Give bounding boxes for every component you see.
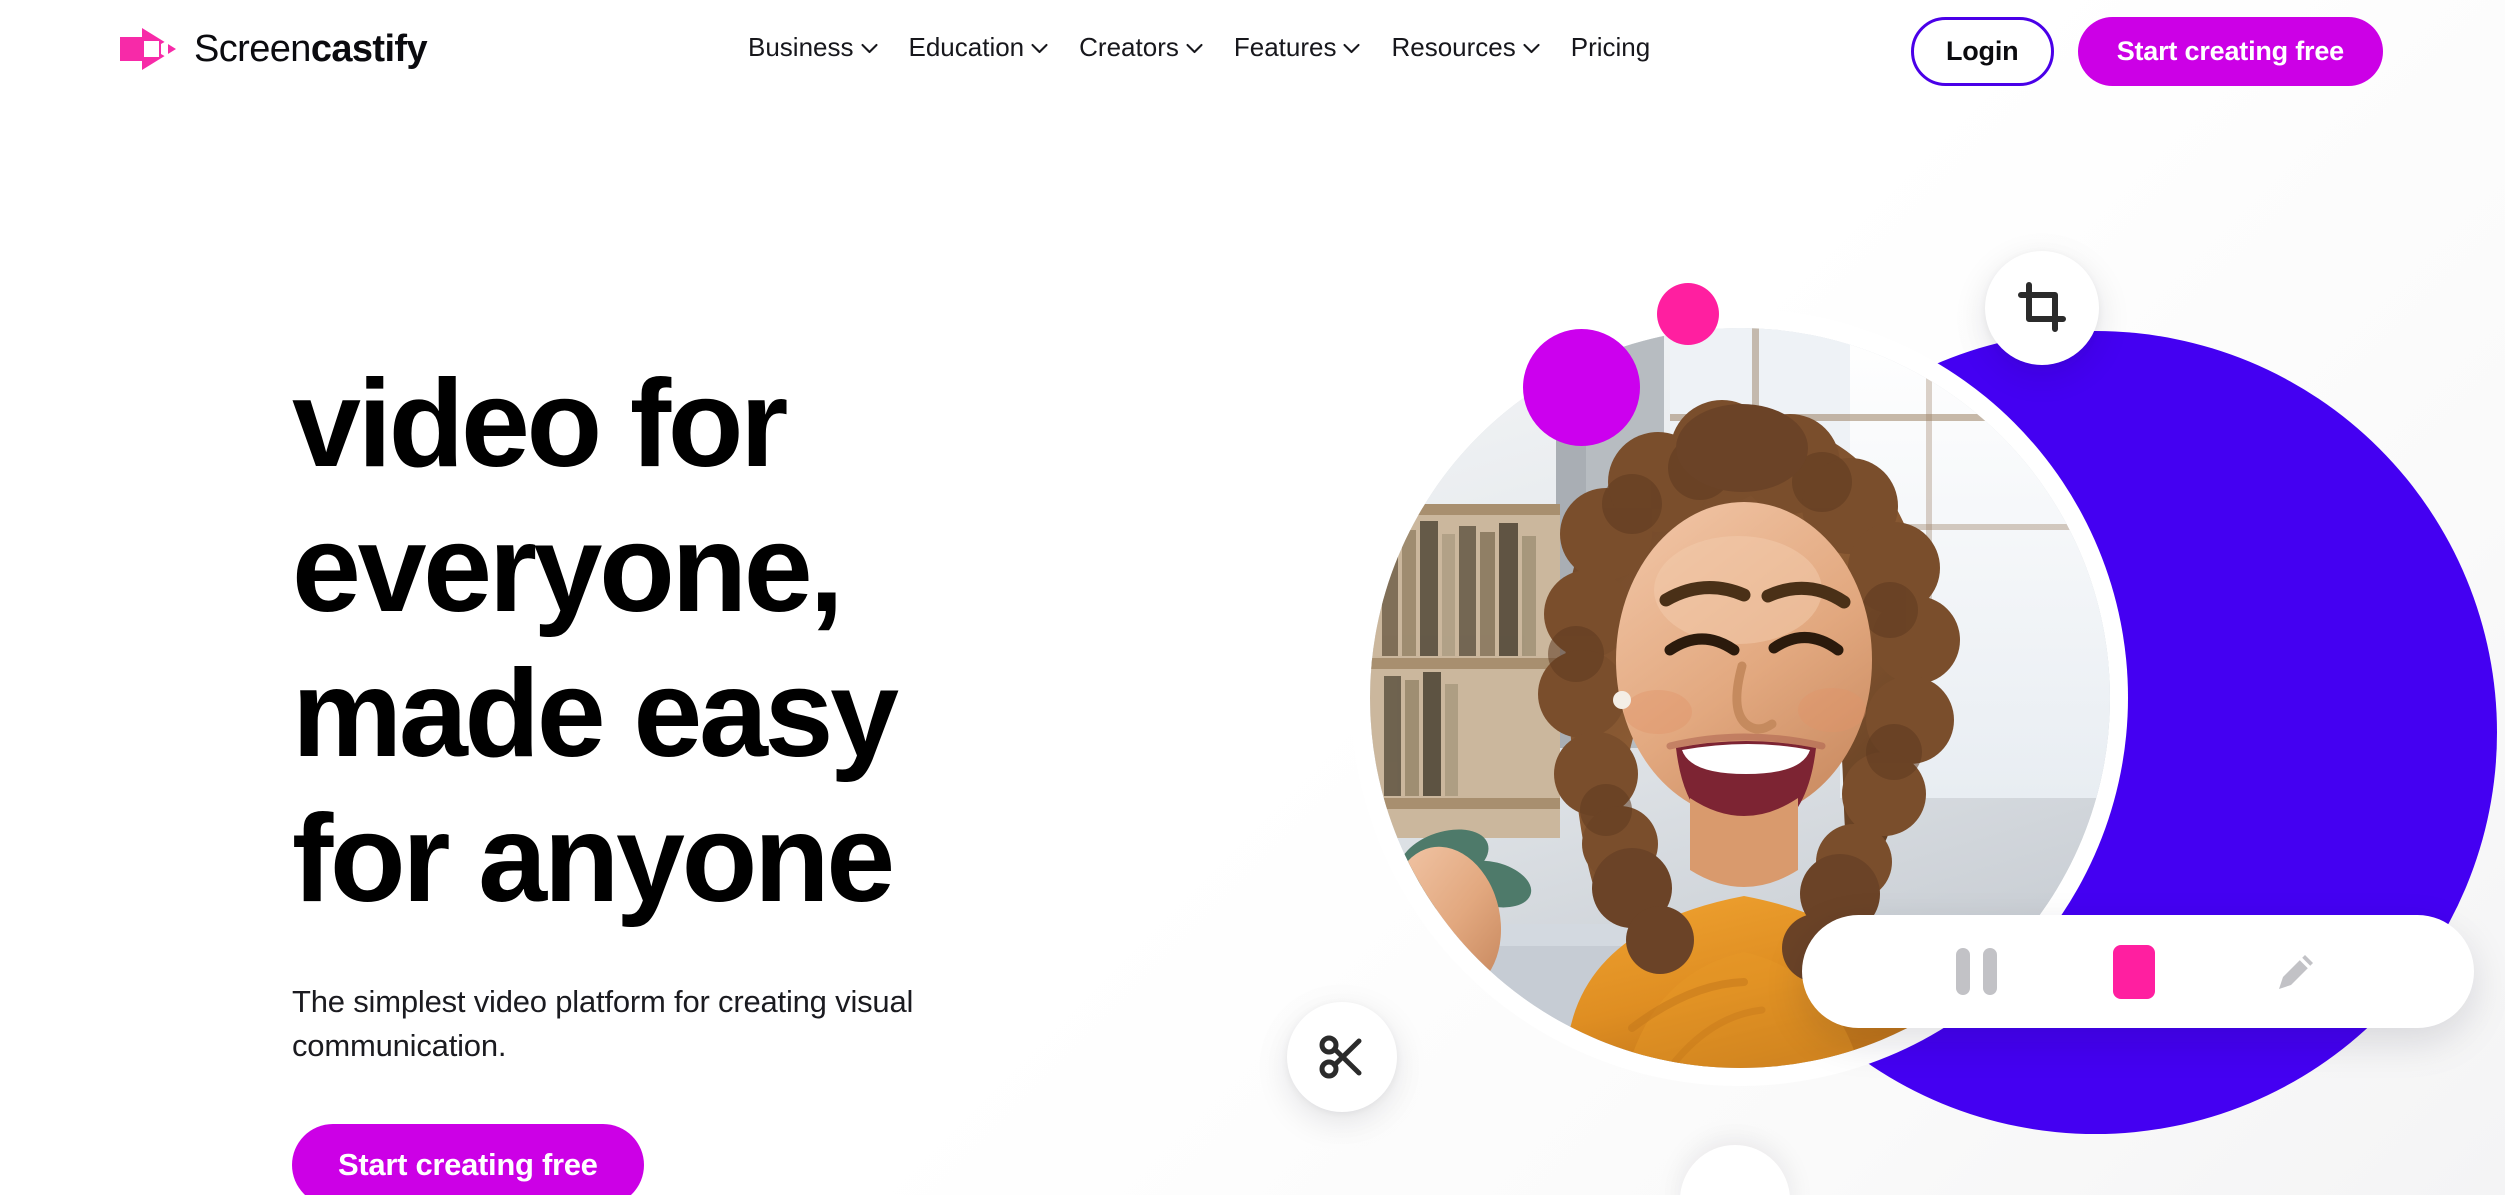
nav-label: Pricing xyxy=(1570,32,1651,62)
chevron-down-icon xyxy=(1343,40,1361,54)
main-navigation: Business Education Creators Features Res… xyxy=(748,34,1650,60)
nav-item-business[interactable]: Business xyxy=(748,34,878,60)
brand-wordmark: Screencastify xyxy=(194,28,428,70)
headline-line-2: everyone, xyxy=(292,500,844,639)
chevron-down-icon xyxy=(860,40,878,54)
nav-label: Resources xyxy=(1391,32,1516,62)
page-title: video for everyone, made easy for anyone xyxy=(292,352,1052,932)
pink-circle-decoration xyxy=(1657,283,1719,345)
headline-line-4: for anyone xyxy=(292,790,895,929)
pause-bar-left xyxy=(1955,948,1970,995)
crop-tool-badge[interactable] xyxy=(1985,251,2099,365)
hero-text-block: video for everyone, made easy for anyone… xyxy=(292,352,1052,1195)
draw-button[interactable] xyxy=(2271,947,2321,997)
pencil-icon xyxy=(2271,947,2321,997)
hero-visual-block xyxy=(1230,0,2505,1195)
screencastify-play-camera-logo xyxy=(118,26,180,72)
start-creating-free-button-header[interactable]: Start creating free xyxy=(2077,17,2383,86)
login-button[interactable]: Login xyxy=(1910,17,2054,86)
nav-item-pricing[interactable]: Pricing xyxy=(1571,34,1650,60)
nav-label: Education xyxy=(908,32,1025,62)
nav-item-education[interactable]: Education xyxy=(909,34,1049,60)
headline-line-1: video for xyxy=(292,355,788,493)
headline-line-3: made easy xyxy=(292,645,899,784)
nav-label: Business xyxy=(748,32,854,62)
brand-logo-link[interactable]: Screencastify xyxy=(118,26,428,72)
nav-item-features[interactable]: Features xyxy=(1234,34,1361,60)
nav-label: Features xyxy=(1233,32,1337,62)
stop-record-icon xyxy=(2112,944,2155,999)
start-creating-free-button-hero[interactable]: Start creating free xyxy=(292,1124,644,1195)
recording-toolbar xyxy=(1802,915,2474,1028)
scissors-icon xyxy=(1318,1033,1366,1081)
crop-icon xyxy=(2015,281,2069,335)
stop-record-button[interactable] xyxy=(2112,944,2155,999)
header-actions: Login Start creating free xyxy=(1910,17,2383,86)
site-header: Screencastify Business Education Creator… xyxy=(0,0,2505,104)
hero-subheadline: The simplest video platform for creating… xyxy=(292,984,914,1064)
cut-tool-badge[interactable] xyxy=(1287,1002,1397,1112)
pause-button[interactable] xyxy=(1955,948,1997,995)
pause-icon xyxy=(1955,948,1997,995)
pause-bar-right xyxy=(1982,948,1997,995)
magenta-circle-decoration xyxy=(1523,329,1640,446)
brand-word-light: Screen xyxy=(194,28,311,70)
nav-label: Creators xyxy=(1079,32,1179,62)
brand-word-bold: castify xyxy=(310,28,428,70)
badge-partial-bottom[interactable] xyxy=(1680,1145,1790,1195)
chevron-down-icon xyxy=(1186,40,1203,54)
chevron-down-icon xyxy=(1523,40,1540,54)
chevron-down-icon xyxy=(1031,40,1048,54)
nav-item-creators[interactable]: Creators xyxy=(1079,34,1203,60)
landing-page: Screencastify Business Education Creator… xyxy=(0,0,2505,1195)
nav-item-resources[interactable]: Resources xyxy=(1391,32,1540,62)
